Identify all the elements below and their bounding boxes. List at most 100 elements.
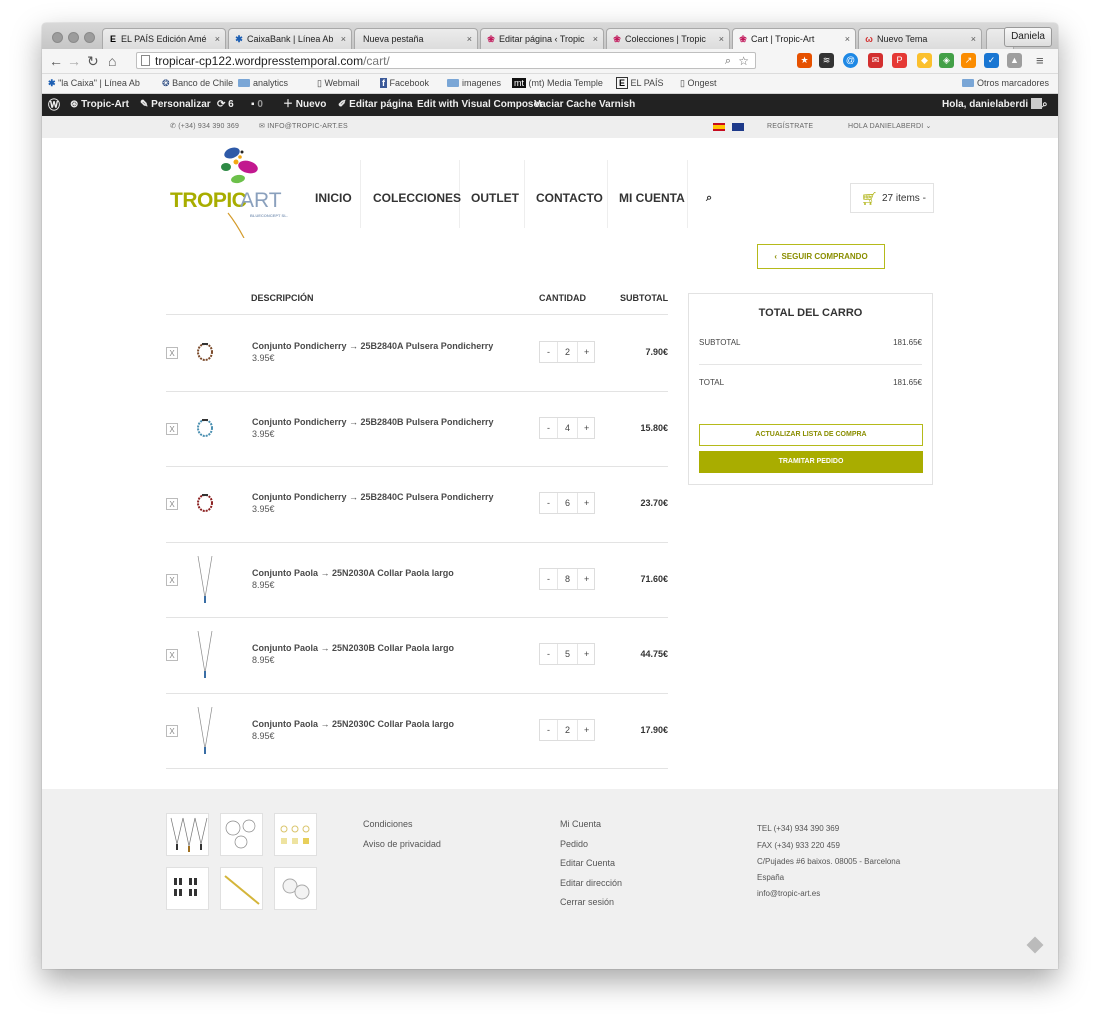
- quantity-value[interactable]: 8: [565, 569, 570, 589]
- register-link[interactable]: REGÍSTRATE: [767, 116, 813, 138]
- other-bookmarks[interactable]: Otros marcadores: [962, 74, 1049, 93]
- increase-quantity-button[interactable]: +: [584, 493, 589, 513]
- browser-tab[interactable]: ✱ CaixaBank | Línea Ab ×: [228, 28, 352, 49]
- close-tab-icon[interactable]: ×: [971, 29, 976, 49]
- bookmark-item[interactable]: ❂ Banco de Chile: [162, 74, 233, 93]
- quantity-value[interactable]: 2: [565, 720, 570, 740]
- admin-varnish-link[interactable]: Vaciar Cache Varnish: [534, 94, 635, 116]
- profile-button[interactable]: Daniela: [1004, 27, 1052, 47]
- product-name[interactable]: Conjunto Paola → 25N2030C Collar Paola l…: [252, 719, 454, 729]
- bookmark-item[interactable]: ▯ Webmail: [317, 74, 359, 93]
- quantity-stepper[interactable]: -2 +: [539, 341, 595, 363]
- nav-mi-cuenta[interactable]: MI CUENTA: [619, 183, 685, 227]
- product-name[interactable]: Conjunto Pondicherry → 25B2840A Pulsera …: [252, 341, 493, 351]
- decrease-quantity-button[interactable]: -: [547, 720, 550, 740]
- remove-item-button[interactable]: X: [166, 498, 178, 510]
- admin-site-link[interactable]: ⊛ Tropic-Art: [70, 94, 129, 116]
- product-thumbnail[interactable]: [194, 492, 216, 521]
- account-greeting[interactable]: HOLA DANIELABERDI ⌄: [848, 116, 932, 138]
- product-name[interactable]: Conjunto Paola → 25N2030A Collar Paola l…: [252, 568, 454, 578]
- remove-item-button[interactable]: X: [166, 724, 178, 737]
- address-bar[interactable]: tropicar-cp122.wordpresstemporal.com/car…: [136, 52, 756, 69]
- quantity-stepper[interactable]: -8 +: [539, 567, 595, 590]
- admin-new-link[interactable]: ＋ Nuevo: [283, 94, 326, 116]
- footer-product-thumbnail[interactable]: [166, 813, 209, 856]
- close-tab-icon[interactable]: ×: [341, 29, 346, 49]
- update-cart-button[interactable]: ACTUALIZAR LISTA DE COMPRA: [699, 424, 923, 446]
- admin-search-icon[interactable]: ⌕: [1042, 94, 1048, 116]
- admin-customize-link[interactable]: ✎ Personalizar: [140, 94, 211, 116]
- increase-quantity-button[interactable]: +: [584, 569, 589, 589]
- nav-contacto[interactable]: CONTACTO: [536, 183, 603, 227]
- decrease-quantity-button[interactable]: -: [547, 569, 550, 589]
- product-thumbnail[interactable]: [194, 341, 216, 370]
- menu-icon[interactable]: ≡: [1036, 52, 1044, 70]
- search-icon[interactable]: ⌕: [706, 183, 712, 227]
- forward-arrow-icon[interactable]: →: [67, 52, 81, 70]
- admin-updates-link[interactable]: ⟳ 6: [217, 94, 234, 116]
- browser-tab[interactable]: E EL PAÍS Edición Amé ×: [102, 28, 226, 49]
- checkout-button[interactable]: TRAMITAR PEDIDO: [699, 451, 923, 473]
- product-name[interactable]: Conjunto Pondicherry → 25B2840B Pulsera …: [252, 417, 494, 427]
- back-arrow-icon[interactable]: ←: [49, 52, 63, 70]
- quantity-stepper[interactable]: -6 +: [539, 492, 595, 514]
- bookmark-star-icon[interactable]: ☆: [738, 53, 749, 70]
- decrease-quantity-button[interactable]: -: [547, 418, 550, 438]
- spanish-flag-icon[interactable]: [713, 123, 725, 131]
- buffer-extension-icon[interactable]: ≋: [819, 53, 834, 68]
- increase-quantity-button[interactable]: +: [584, 418, 589, 438]
- quantity-stepper[interactable]: -4 +: [539, 416, 595, 439]
- zoom-window-button[interactable]: [84, 32, 95, 43]
- close-window-button[interactable]: [52, 32, 63, 43]
- close-tab-icon[interactable]: ×: [215, 29, 220, 49]
- bookmark-item[interactable]: E EL PAÍS: [616, 74, 664, 93]
- browser-tab[interactable]: Nueva pestaña ×: [354, 28, 478, 49]
- footer-link-conditions[interactable]: Condiciones: [363, 819, 413, 829]
- bookmark-item[interactable]: ▯ Ongest: [680, 74, 717, 93]
- close-tab-icon[interactable]: ×: [845, 29, 850, 49]
- remove-item-button[interactable]: X: [166, 422, 178, 435]
- product-name[interactable]: Conjunto Pondicherry → 25B2840C Pulsera …: [252, 492, 494, 502]
- continue-shopping-button[interactable]: ‹ SEGUIR COMPRANDO: [757, 244, 885, 269]
- bookmark-item[interactable]: f Facebook: [380, 74, 429, 93]
- header-cart-button[interactable]: 🛒︎ 27 items -: [850, 183, 934, 213]
- browser-tab-active[interactable]: ❀ Cart | Tropic-Art ×: [732, 28, 856, 49]
- nav-colecciones[interactable]: COLECCIONES: [373, 183, 461, 227]
- green-extension-icon[interactable]: ◈: [939, 53, 954, 68]
- blue-extension-icon[interactable]: ✓: [984, 53, 999, 68]
- admin-edit-page-link[interactable]: ✐ Editar página: [338, 94, 413, 116]
- footer-link-privacy[interactable]: Aviso de privacidad: [363, 839, 441, 849]
- remove-item-button[interactable]: X: [166, 649, 178, 661]
- browser-tab[interactable]: ❀ Colecciones | Tropic ×: [606, 28, 730, 49]
- decrease-quantity-button[interactable]: -: [547, 342, 550, 362]
- remove-item-button[interactable]: X: [166, 347, 178, 359]
- footer-email[interactable]: info@tropic-art.es: [757, 889, 820, 898]
- product-thumbnail[interactable]: [194, 629, 216, 686]
- product-thumbnail[interactable]: [194, 417, 216, 446]
- close-tab-icon[interactable]: ×: [593, 29, 598, 49]
- bookmark-folder[interactable]: imagenes: [447, 74, 501, 93]
- footer-product-thumbnail[interactable]: [274, 813, 317, 856]
- minimize-window-button[interactable]: [68, 32, 79, 43]
- uk-flag-icon[interactable]: [732, 123, 744, 131]
- increase-quantity-button[interactable]: +: [584, 644, 589, 664]
- product-thumbnail[interactable]: [194, 705, 216, 762]
- bookmark-folder[interactable]: analytics: [238, 74, 288, 93]
- at-extension-icon[interactable]: @: [843, 53, 858, 68]
- quantity-value[interactable]: 2: [565, 342, 570, 362]
- browser-tab[interactable]: ω Nuevo Tema ×: [858, 28, 982, 49]
- footer-link-logout[interactable]: Cerrar sesión: [560, 897, 614, 907]
- email-info[interactable]: ✉ INFO@TROPIC-ART.ES: [259, 116, 348, 138]
- browser-tab[interactable]: ❀ Editar página ‹ Tropic ×: [480, 28, 604, 49]
- wordpress-icon[interactable]: Ⓦ: [48, 94, 60, 116]
- quantity-stepper[interactable]: -2 +: [539, 718, 595, 741]
- footer-product-thumbnail[interactable]: [274, 867, 317, 910]
- admin-account-link[interactable]: Hola, danielaberdi: [942, 94, 1042, 116]
- nav-outlet[interactable]: OUTLET: [471, 183, 519, 227]
- close-tab-icon[interactable]: ×: [467, 29, 472, 49]
- footer-link-orders[interactable]: Pedido: [560, 839, 588, 849]
- colorful-extension-icon[interactable]: ◆: [917, 53, 932, 68]
- bookmark-item[interactable]: ✱ "la Caixa" | Línea Ab: [48, 74, 140, 93]
- quantity-value[interactable]: 4: [565, 418, 570, 438]
- footer-product-thumbnail[interactable]: [220, 813, 263, 856]
